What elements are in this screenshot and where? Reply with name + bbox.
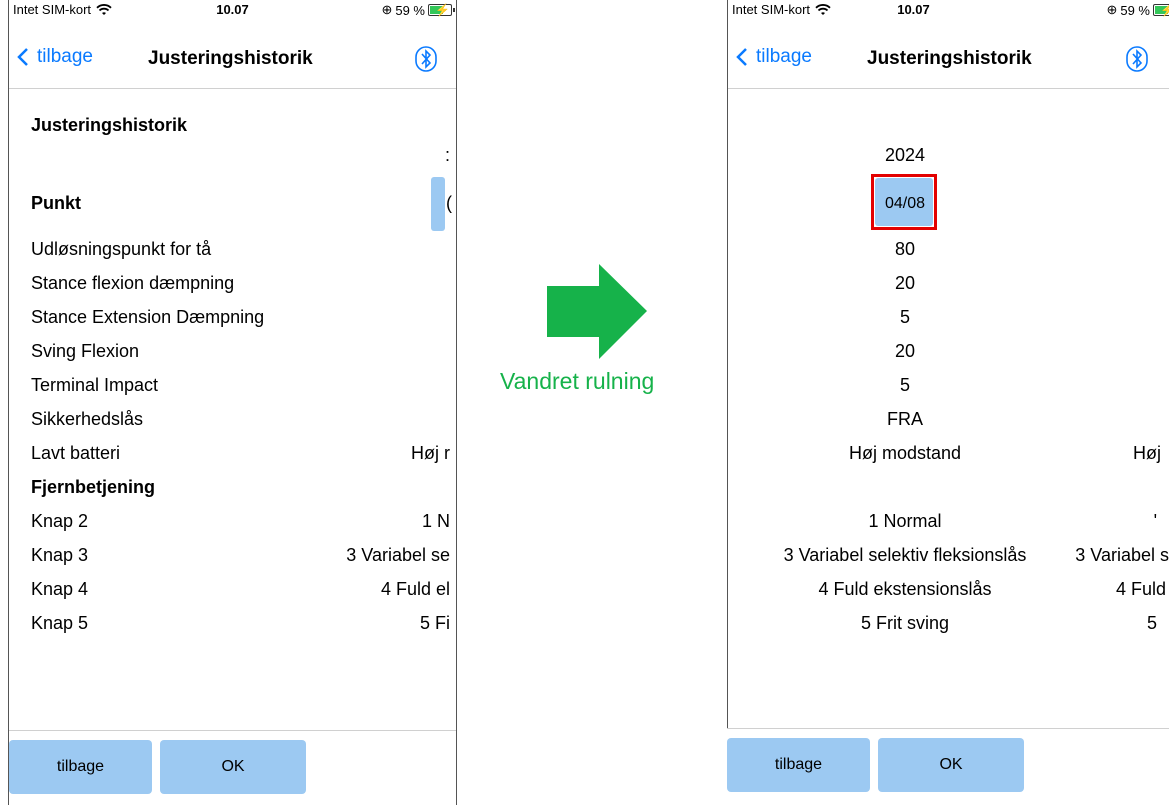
setting-label: Stance flexion dæmpning — [31, 273, 235, 293]
battery-icon: ⚡ — [428, 3, 455, 17]
remote-value: 5 Fi — [419, 613, 450, 633]
nav-back-link[interactable]: tilbage — [736, 46, 812, 68]
nav-bar: tilbage Justeringshistorik — [9, 38, 456, 89]
battery-status: ⊕ 59 % ⚡ — [1106, 2, 1169, 18]
remote-value-clip: ' — [1153, 511, 1157, 531]
setting-value: 5 — [899, 307, 910, 327]
chevron-left-icon — [17, 48, 28, 66]
remote-value-clip: 3 Variabel s — [1075, 545, 1169, 565]
location-icon: ⊕ — [1106, 2, 1118, 17]
setting-label: Sikkerhedslås — [31, 409, 144, 429]
remote-value: 4 Fuld el — [380, 579, 450, 599]
remote-value: 4 Fuld ekstensionslås — [818, 579, 992, 599]
page-title: Justeringshistorik — [148, 48, 313, 69]
remote-value: 1 Normal — [868, 511, 942, 531]
history-heading: Justeringshistorik — [31, 115, 188, 135]
year-label: 2024 — [884, 145, 926, 165]
remote-label: Knap 4 — [31, 579, 89, 599]
battery-label: 59 % — [1120, 2, 1150, 18]
back-button[interactable]: tilbage — [9, 740, 152, 794]
setting-value: Høj modstand — [848, 443, 962, 463]
battery-status: ⊕ 59 % ⚡ — [381, 2, 455, 18]
setting-value: FRA — [887, 409, 923, 429]
right-arrow-icon — [547, 264, 647, 359]
remote-value: 1 N — [421, 511, 450, 531]
status-bar: Intet SIM-kort 10.07 ⊕ 59 % ⚡ — [728, 0, 1169, 18]
ok-button[interactable]: OK — [878, 738, 1024, 792]
nav-back-link[interactable]: tilbage — [17, 46, 93, 68]
nav-back-label: tilbage — [756, 46, 812, 67]
chevron-left-icon — [736, 48, 747, 66]
battery-label: 59 % — [395, 2, 425, 18]
remote-heading: Fjernbetjening — [31, 477, 156, 497]
remote-value: 3 Variabel selektiv fleksionslås — [783, 545, 1027, 565]
bluetooth-icon[interactable] — [1126, 46, 1148, 72]
setting-label: Lavt batteri — [31, 443, 121, 463]
clock: 10.07 — [897, 2, 930, 17]
right-screen: Intet SIM-kort 10.07 ⊕ 59 % ⚡ tilbage Ju… — [727, 0, 1169, 805]
bottom-toolbar: tilbage OK — [727, 728, 1169, 805]
remote-label: Knap 2 — [31, 511, 89, 531]
remote-value-clip: 4 Fuld — [1115, 579, 1166, 599]
setting-label: Stance Extension Dæmpning — [31, 307, 265, 327]
location-icon: ⊕ — [381, 2, 393, 17]
remote-label: Knap 5 — [31, 613, 89, 633]
punkt-clip: ( — [446, 193, 452, 213]
bottom-toolbar: tilbage OK — [9, 730, 456, 805]
back-button[interactable]: tilbage — [727, 738, 870, 792]
status-bar: Intet SIM-kort 10.07 ⊕ 59 % ⚡ — [9, 0, 456, 18]
remote-label: Knap 3 — [31, 545, 89, 565]
bluetooth-icon[interactable] — [415, 46, 437, 72]
setting-label: Sving Flexion — [31, 341, 140, 361]
setting-value: 80 — [894, 239, 916, 259]
setting-value: 20 — [894, 341, 916, 361]
remote-value: 3 Variabel se — [346, 545, 450, 565]
setting-value-clip: Høj — [1133, 443, 1161, 463]
setting-label: Udløsningspunkt for tå — [31, 239, 212, 259]
page-title: Justeringshistorik — [867, 48, 1032, 69]
highlight-box — [871, 174, 937, 230]
setting-label: Terminal Impact — [31, 375, 159, 395]
nav-bar: tilbage Justeringshistorik — [728, 38, 1169, 89]
setting-value: 5 — [899, 375, 910, 395]
date-column-clip: : — [444, 145, 450, 165]
ok-button[interactable]: OK — [160, 740, 306, 794]
setting-value: Høj r — [411, 443, 450, 463]
nav-back-label: tilbage — [37, 46, 93, 67]
remote-value-clip: 5 — [1146, 613, 1157, 633]
annotation-label: Vandret rulning — [500, 368, 655, 394]
punkt-heading: Punkt — [31, 193, 82, 213]
date-cell-clip[interactable] — [431, 177, 445, 231]
remote-value: 5 Frit sving — [860, 613, 950, 633]
battery-icon: ⚡ — [1153, 3, 1169, 17]
setting-value: 20 — [894, 273, 916, 293]
left-screen: Intet SIM-kort 10.07 ⊕ 59 % ⚡ tilbage Ju… — [8, 0, 457, 805]
